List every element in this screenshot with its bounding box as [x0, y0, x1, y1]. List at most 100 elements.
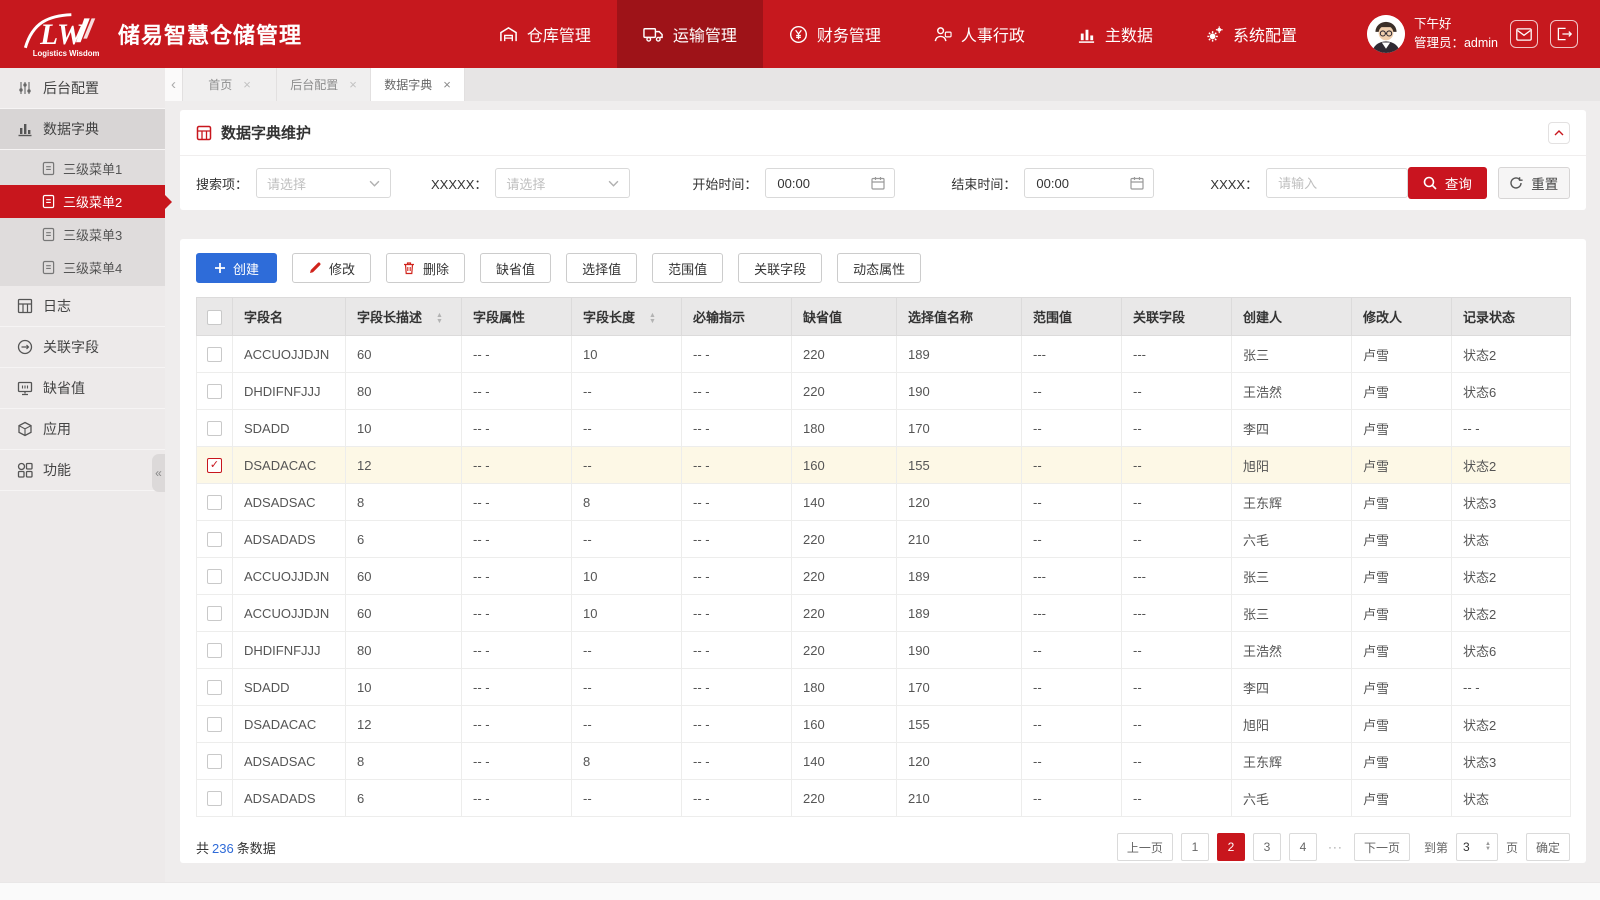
row-checkbox[interactable] — [207, 495, 222, 511]
prev-page-button[interactable]: 上一页 — [1116, 833, 1173, 861]
xxxx-input[interactable] — [1276, 174, 1399, 192]
table-cell: -- - — [461, 631, 572, 669]
column-header-8: 范围值 — [1021, 297, 1122, 336]
mail-button[interactable] — [1510, 20, 1538, 48]
sidebar-item-data-dictionary[interactable]: 数据字典 — [0, 109, 165, 150]
row-checkbox[interactable] — [207, 384, 222, 400]
row-checkbox[interactable] — [207, 754, 222, 770]
start-time-input[interactable] — [775, 174, 866, 192]
row-checkbox[interactable] — [207, 791, 222, 807]
table-cell: -- - — [461, 668, 572, 706]
confirm-button[interactable]: 确定 — [1525, 833, 1570, 861]
row-checkbox[interactable] — [207, 643, 222, 659]
nav-item-transport[interactable]: 运输管理 — [616, 0, 763, 68]
related-field-button[interactable]: 关联字段 — [738, 253, 823, 283]
nav-item-warehouse[interactable]: 仓库管理 — [473, 0, 617, 68]
close-icon[interactable]: × — [349, 77, 357, 92]
calendar-icon[interactable] — [1130, 176, 1145, 190]
nav-item-system-config[interactable]: 系统配置 — [1179, 0, 1323, 68]
calendar-icon[interactable] — [871, 176, 885, 190]
row-checkbox[interactable] — [207, 569, 222, 585]
tab-backend-config[interactable]: 后台配置 × — [277, 68, 371, 101]
table-row[interactable]: ADSADADS 6 -- - -- -- -220 210 -- -- 六毛 卢雪 状态 — [196, 779, 1571, 817]
avatar[interactable] — [1366, 15, 1405, 53]
tab-data-dictionary[interactable]: 数据字典 × — [371, 68, 465, 101]
table-cell: 卢雪 — [1351, 483, 1452, 521]
row-checkbox[interactable] — [207, 606, 222, 622]
column-header-2[interactable]: 字段长描述 ▲ ▼ — [345, 297, 462, 336]
select-all-checkbox[interactable] — [207, 309, 222, 325]
sidebar-item-submenu-1[interactable]: 三级菜单1 — [0, 152, 165, 185]
nav-item-finance[interactable]: 财务管理 — [763, 0, 907, 68]
table-row[interactable]: SDADD 10 -- - -- -- -180 170 -- -- 李四 卢雪 -- - — [196, 668, 1571, 706]
spinner-icon[interactable]: ▲ ▼ — [1485, 841, 1491, 852]
reset-button[interactable]: 重置 — [1497, 167, 1570, 199]
sidebar-item-applications[interactable]: 应用 — [0, 409, 165, 450]
end-time-input[interactable] — [1034, 174, 1125, 192]
row-checkbox[interactable] — [207, 717, 222, 733]
table-cell: 状态6 — [1451, 631, 1571, 669]
page-button-4[interactable]: 4 — [1288, 833, 1317, 861]
sidebar-item-submenu-3[interactable]: 三级菜单3 — [0, 218, 165, 251]
table-row[interactable]: ADSADSAC 8 -- -8 -- -140 120 -- -- 王东辉 卢雪 状态3 — [196, 483, 1571, 521]
table-cell: 8 — [571, 483, 682, 521]
table-row[interactable]: DHDIFNFJJJ 80 -- - -- -- -220 190 -- -- 王浩然 卢雪 状态6 — [196, 631, 1571, 669]
nav-item-master-data[interactable]: 主数据 — [1051, 0, 1179, 68]
table-cell: --- — [1121, 557, 1232, 595]
close-icon[interactable]: × — [243, 77, 251, 92]
sidebar-item-backend-config[interactable]: 后台配置 — [0, 68, 165, 109]
search-item-select[interactable]: 请选择 — [256, 168, 392, 198]
table-row[interactable]: DSADACAC 12 -- - -- -- -160 155 -- -- 旭阳 卢雪 状态2 — [196, 705, 1571, 743]
table-row[interactable]: ADSADSAC 8 -- -8 -- -140 120 -- -- 王东辉 卢雪 状态3 — [196, 742, 1571, 780]
logout-button[interactable] — [1550, 20, 1578, 48]
bar-chart-icon — [18, 124, 32, 137]
sidebar-item-logs[interactable]: 日志 — [0, 286, 165, 327]
nav-item-hr[interactable]: 人事行政 — [907, 0, 1051, 68]
row-checkbox[interactable] — [207, 347, 222, 363]
delete-button[interactable]: 删除 — [386, 253, 466, 283]
create-button[interactable]: 创建 — [196, 253, 278, 283]
tab-home[interactable]: 首页 × — [183, 68, 277, 101]
table-row[interactable]: ✓ DSADACAC 12 -- - -- -- -160 155 -- -- 旭阳 卢雪 状态2 — [196, 446, 1571, 484]
goto-page-input[interactable]: 3 ▲ ▼ — [1455, 833, 1498, 861]
table-row[interactable]: ACCUOJJDJN 60 -- -10 -- -220 189 --- --- 张三 卢雪 状态… — [196, 557, 1571, 595]
table-row[interactable]: DHDIFNFJJJ 80 -- - -- -- -220 190 -- -- 王浩然 卢雪 状态6 — [196, 372, 1571, 410]
table-cell: 卢雪 — [1351, 409, 1452, 447]
panel-collapse-button[interactable] — [1548, 122, 1570, 144]
table-cell: 220 — [791, 779, 897, 817]
sidebar-item-submenu-2[interactable]: 三级菜单2 — [0, 185, 172, 218]
row-checkbox[interactable]: ✓ — [207, 458, 222, 474]
row-checkbox[interactable] — [207, 532, 222, 548]
sidebar-item-related-fields[interactable]: 关联字段 — [0, 327, 165, 368]
column-header-1: 字段名 — [232, 297, 346, 336]
table-cell: -- — [571, 631, 682, 669]
table-row[interactable]: SDADD 10 -- - -- -- -180 170 -- -- 李四 卢雪 -- - — [196, 409, 1571, 447]
page-button-2[interactable]: 2 — [1216, 833, 1245, 861]
select-value-button[interactable]: 选择值 — [566, 253, 638, 283]
sidebar-item-submenu-4[interactable]: 三级菜单4 — [0, 251, 165, 284]
row-checkbox[interactable] — [207, 421, 222, 437]
close-icon[interactable]: × — [443, 77, 451, 92]
table-cell: --- — [1121, 594, 1232, 632]
default-value-button[interactable]: 缺省值 — [480, 253, 552, 283]
column-header-4[interactable]: 字段长度 ▲ ▼ — [571, 297, 682, 336]
tabs-back-button[interactable]: ‹ — [165, 68, 183, 101]
table-cell: -- - — [681, 631, 792, 669]
page-button-3[interactable]: 3 — [1252, 833, 1281, 861]
page-button-1[interactable]: 1 — [1180, 833, 1209, 861]
sidebar-item-default-values[interactable]: 缺省值 — [0, 368, 165, 409]
table-row[interactable]: ACCUOJJDJN 60 -- -10 -- -220 189 --- --- 张三 卢雪 状态… — [196, 594, 1571, 632]
table-row[interactable]: ADSADADS 6 -- - -- -- -220 210 -- -- 六毛 卢雪 状态 — [196, 520, 1571, 558]
xxxxx-select[interactable]: 请选择 — [495, 168, 631, 198]
next-page-button[interactable]: 下一页 — [1353, 833, 1410, 861]
query-button[interactable]: 查询 — [1408, 167, 1487, 199]
range-value-button[interactable]: 范围值 — [652, 253, 724, 283]
sidebar-submenu: 三级菜单1 三级菜单2 三级菜单3 三级菜单4 — [0, 150, 172, 286]
table-row[interactable]: ACCUOJJDJN 60 -- -10 -- -220 189 --- --- 张三 卢雪 状态… — [196, 335, 1571, 373]
modify-button[interactable]: 修改 — [292, 253, 372, 283]
row-checkbox[interactable] — [207, 680, 222, 696]
table-cell: -- - — [681, 705, 792, 743]
sidebar-collapse-handle[interactable]: « — [152, 454, 165, 492]
dynamic-attr-button[interactable]: 动态属性 — [837, 253, 922, 283]
sidebar-item-functions[interactable]: 功能 — [0, 450, 165, 491]
